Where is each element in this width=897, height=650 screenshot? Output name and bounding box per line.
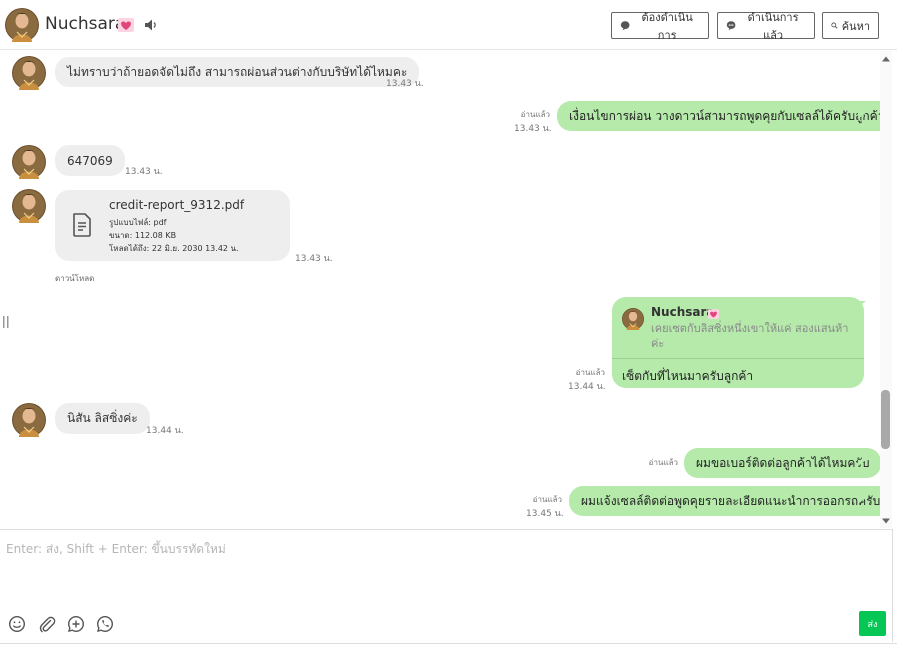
message-time: 13.43 น.	[386, 79, 424, 89]
message-time: 13.43 น.	[125, 167, 163, 177]
bubble-tail	[858, 498, 866, 504]
scrollbar-thumb[interactable]	[881, 390, 890, 449]
message-time: 13.45 น.	[526, 509, 564, 519]
message-text: เงื่อนไขการผ่อน วางดาวน์สามารถพูดคุยกับเ…	[569, 108, 880, 123]
read-receipt: อ่านแล้ว	[532, 495, 562, 504]
plus-circle-icon[interactable]	[67, 615, 85, 633]
outgoing-message[interactable]: เงื่อนไขการผ่อน วางดาวน์สามารถพูดคุยกับเ…	[557, 101, 880, 131]
read-receipt: อ่านแล้ว	[575, 368, 605, 377]
message-input[interactable]	[6, 540, 866, 600]
paperclip-icon[interactable]	[38, 615, 56, 633]
contact-avatar[interactable]	[5, 8, 39, 42]
file-attachment-card[interactable]: credit-report_9312.pdf รูปแบบไฟล์: pdf ข…	[55, 190, 290, 261]
incoming-message[interactable]: 647069	[55, 145, 125, 176]
bubble-tail	[858, 113, 866, 119]
outgoing-message[interactable]: ผมขอเบอร์ติดต่อลูกค้าได้ไหมครับ	[684, 448, 880, 478]
sender-avatar[interactable]	[12, 145, 46, 179]
sender-avatar[interactable]	[12, 189, 46, 223]
scroll-up-arrow-icon[interactable]	[881, 54, 891, 64]
chat-header: Nuchsara ต้องดำเนินการ ดำเนินการแล้ว ค้น…	[0, 0, 897, 50]
search-button[interactable]: ค้นหา	[822, 12, 879, 39]
message-time: 13.44 น.	[146, 426, 184, 436]
message-list[interactable]: ไม่ทราบว่าถ้ายอดจัดไม่ถึง สามารถผ่อนส่วน…	[0, 51, 880, 528]
outgoing-message[interactable]: ผมแจ้งเซลล์ติดต่อพูดคุยรายละเอียดแนะนำกา…	[569, 486, 880, 516]
message-time: 13.43 น.	[514, 124, 552, 134]
sender-avatar[interactable]	[12, 56, 46, 90]
file-name: credit-report_9312.pdf	[109, 198, 245, 212]
download-link[interactable]: ดาวน์โหลด	[55, 272, 94, 285]
reply-divider	[612, 358, 864, 359]
bubble-tail	[858, 301, 866, 307]
footer-divider	[0, 643, 897, 650]
message-text: ไม่ทราบว่าถ้ายอดจัดไม่ถึง สามารถผ่อนส่วน…	[67, 64, 408, 79]
search-button-label: ค้นหา	[841, 19, 870, 33]
file-size: ขนาด: 112.08 KB	[109, 231, 177, 240]
incoming-message[interactable]: นิสัน ลิสซิ่งค่ะ	[55, 403, 150, 434]
message-time: 13.43 น.	[295, 254, 333, 264]
scrollbar-track[interactable]	[880, 51, 892, 528]
speaker-icon[interactable]	[143, 17, 159, 33]
reply-message[interactable]: Nuchsara เคยเซตกับลิสซิ่งหนึ่งเขาให้แค่ …	[612, 297, 864, 388]
message-text: เซ็ตกับที่ไหนมาครับลูกค้า	[622, 369, 754, 383]
search-icon	[831, 22, 838, 29]
file-icon	[73, 213, 91, 237]
done-button-label: ดำเนินการแล้ว	[747, 10, 799, 42]
sender-avatar[interactable]	[12, 403, 46, 437]
message-text: 647069	[67, 153, 113, 168]
quoted-sender-name: Nuchsara	[651, 305, 715, 319]
todo-button[interactable]: ต้องดำเนินการ	[611, 11, 709, 42]
message-time: 13.44 น.	[568, 382, 606, 392]
incoming-message[interactable]: ไม่ทราบว่าถ้ายอดจัดไม่ถึง สามารถผ่อนส่วน…	[55, 57, 420, 87]
quoted-avatar	[622, 308, 644, 330]
done-button[interactable]: ดำเนินการแล้ว	[717, 11, 815, 42]
read-receipt: อ่านแล้ว	[648, 458, 678, 467]
file-type: รูปแบบไฟล์: pdf	[109, 218, 167, 227]
message-text: นิสัน ลิสซิ่งค่ะ	[67, 411, 138, 425]
quoted-text: เคยเซตกับลิสซิ่งหนึ่งเขาให้แค่ สองแสนห้า…	[651, 322, 849, 350]
heart-emoji-icon	[118, 18, 134, 32]
todo-button-label: ต้องดำเนินการ	[641, 10, 693, 42]
bubble-tail	[858, 460, 866, 466]
speech-bubble-icon	[620, 21, 630, 31]
emoji-icon[interactable]	[8, 615, 26, 633]
phone-icon[interactable]	[96, 615, 114, 633]
send-button[interactable]: ส่ง	[859, 611, 886, 636]
scroll-down-arrow-icon[interactable]	[881, 516, 891, 526]
message-composer: ส่ง	[0, 529, 893, 642]
read-receipt: อ่านแล้ว	[520, 110, 550, 119]
resize-handle-icon[interactable]	[3, 316, 9, 328]
message-text: ผมแจ้งเซลล์ติดต่อพูดคุยรายละเอียดแนะนำกา…	[581, 493, 880, 508]
message-text: ผมขอเบอร์ติดต่อลูกค้าได้ไหมครับ	[696, 455, 870, 470]
file-expiry: โหลดได้ถึง: 22 มิ.ย. 2030 13.42 น.	[109, 244, 239, 253]
heart-emoji-icon	[708, 309, 719, 319]
contact-name: Nuchsara	[45, 14, 126, 34]
chat-dots-icon	[726, 21, 736, 31]
